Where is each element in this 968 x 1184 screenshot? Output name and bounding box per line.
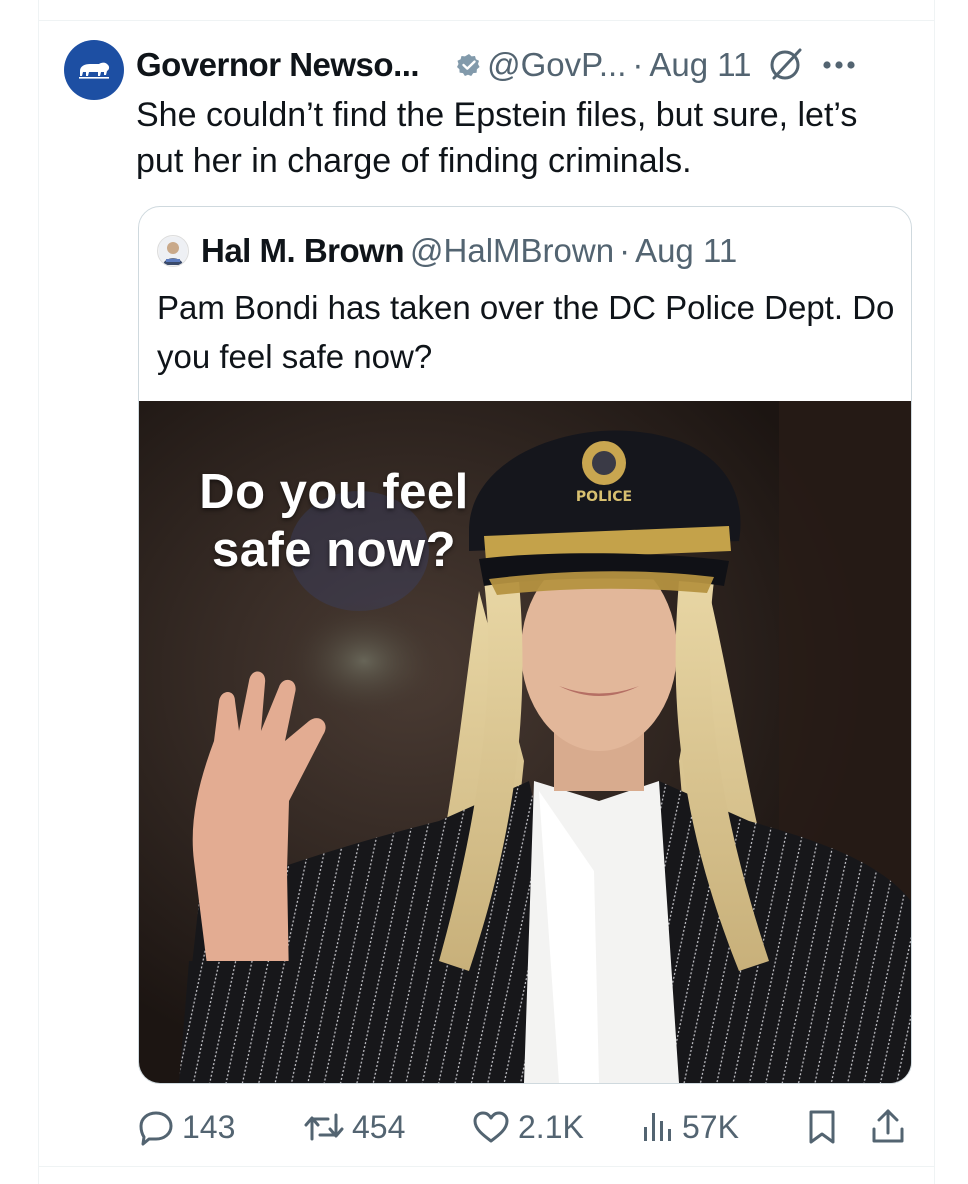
quoted-author-handle[interactable]: @HalMBrown — [410, 232, 614, 270]
repost-button[interactable]: 454 — [302, 1102, 405, 1152]
quoted-tweet-image[interactable]: POLICE Do you feel safe now? — [139, 401, 911, 1083]
views-button[interactable]: 57K — [640, 1102, 739, 1152]
share-icon — [872, 1109, 904, 1143]
tweet-header: Governor Newso... @GovP... · Aug 11 — [136, 40, 926, 90]
quoted-author-name[interactable]: Hal M. Brown — [201, 232, 405, 270]
author-name[interactable]: Governor Newso... — [136, 46, 420, 84]
views-count: 57K — [682, 1108, 739, 1145]
repost-icon — [304, 1113, 344, 1141]
frame-left-border — [38, 0, 39, 1184]
bookmark-button[interactable] — [804, 1102, 840, 1152]
more-icon[interactable] — [822, 60, 856, 70]
person-portrait-icon — [159, 237, 187, 265]
grok-icon[interactable] — [766, 46, 804, 84]
share-button[interactable] — [868, 1102, 908, 1152]
quoted-author-avatar[interactable] — [157, 235, 189, 267]
like-icon — [473, 1111, 509, 1143]
like-button[interactable]: 2.1K — [470, 1102, 584, 1152]
like-count: 2.1K — [518, 1108, 584, 1145]
quoted-tweet[interactable]: Hal M. Brown @HalMBrown · Aug 11 Pam Bon… — [138, 206, 912, 1084]
quoted-timestamp[interactable]: Aug 11 — [635, 232, 737, 270]
author-handle[interactable]: @GovP... — [487, 46, 626, 84]
separator-dot: · — [632, 46, 644, 83]
bookmark-icon — [809, 1110, 835, 1144]
top-divider — [38, 20, 935, 21]
hat-badge-text: POLICE — [576, 489, 632, 505]
separator-dot: · — [619, 232, 631, 269]
quoted-tweet-text: Pam Bondi has taken over the DC Police D… — [157, 289, 895, 375]
verified-badge-icon — [457, 53, 481, 77]
reply-icon — [139, 1111, 173, 1146]
tweet-text: She couldn’t find the Epstein files, but… — [136, 96, 858, 180]
bottom-divider — [38, 1166, 935, 1167]
image-overlay-text: Do you feel safe now? — [199, 465, 469, 577]
action-bar: 143 454 2.1K 57K — [136, 1102, 916, 1152]
views-icon — [644, 1113, 671, 1141]
repost-count: 454 — [352, 1108, 406, 1145]
quoted-tweet-header: Hal M. Brown @HalMBrown · Aug 11 — [157, 229, 737, 273]
author-avatar[interactable] — [64, 40, 124, 100]
reply-button[interactable]: 143 — [136, 1102, 235, 1152]
bear-icon — [79, 62, 110, 79]
frame-right-border — [934, 0, 935, 1184]
tweet-timestamp[interactable]: Aug 11 — [649, 46, 751, 84]
reply-count: 143 — [182, 1108, 236, 1145]
